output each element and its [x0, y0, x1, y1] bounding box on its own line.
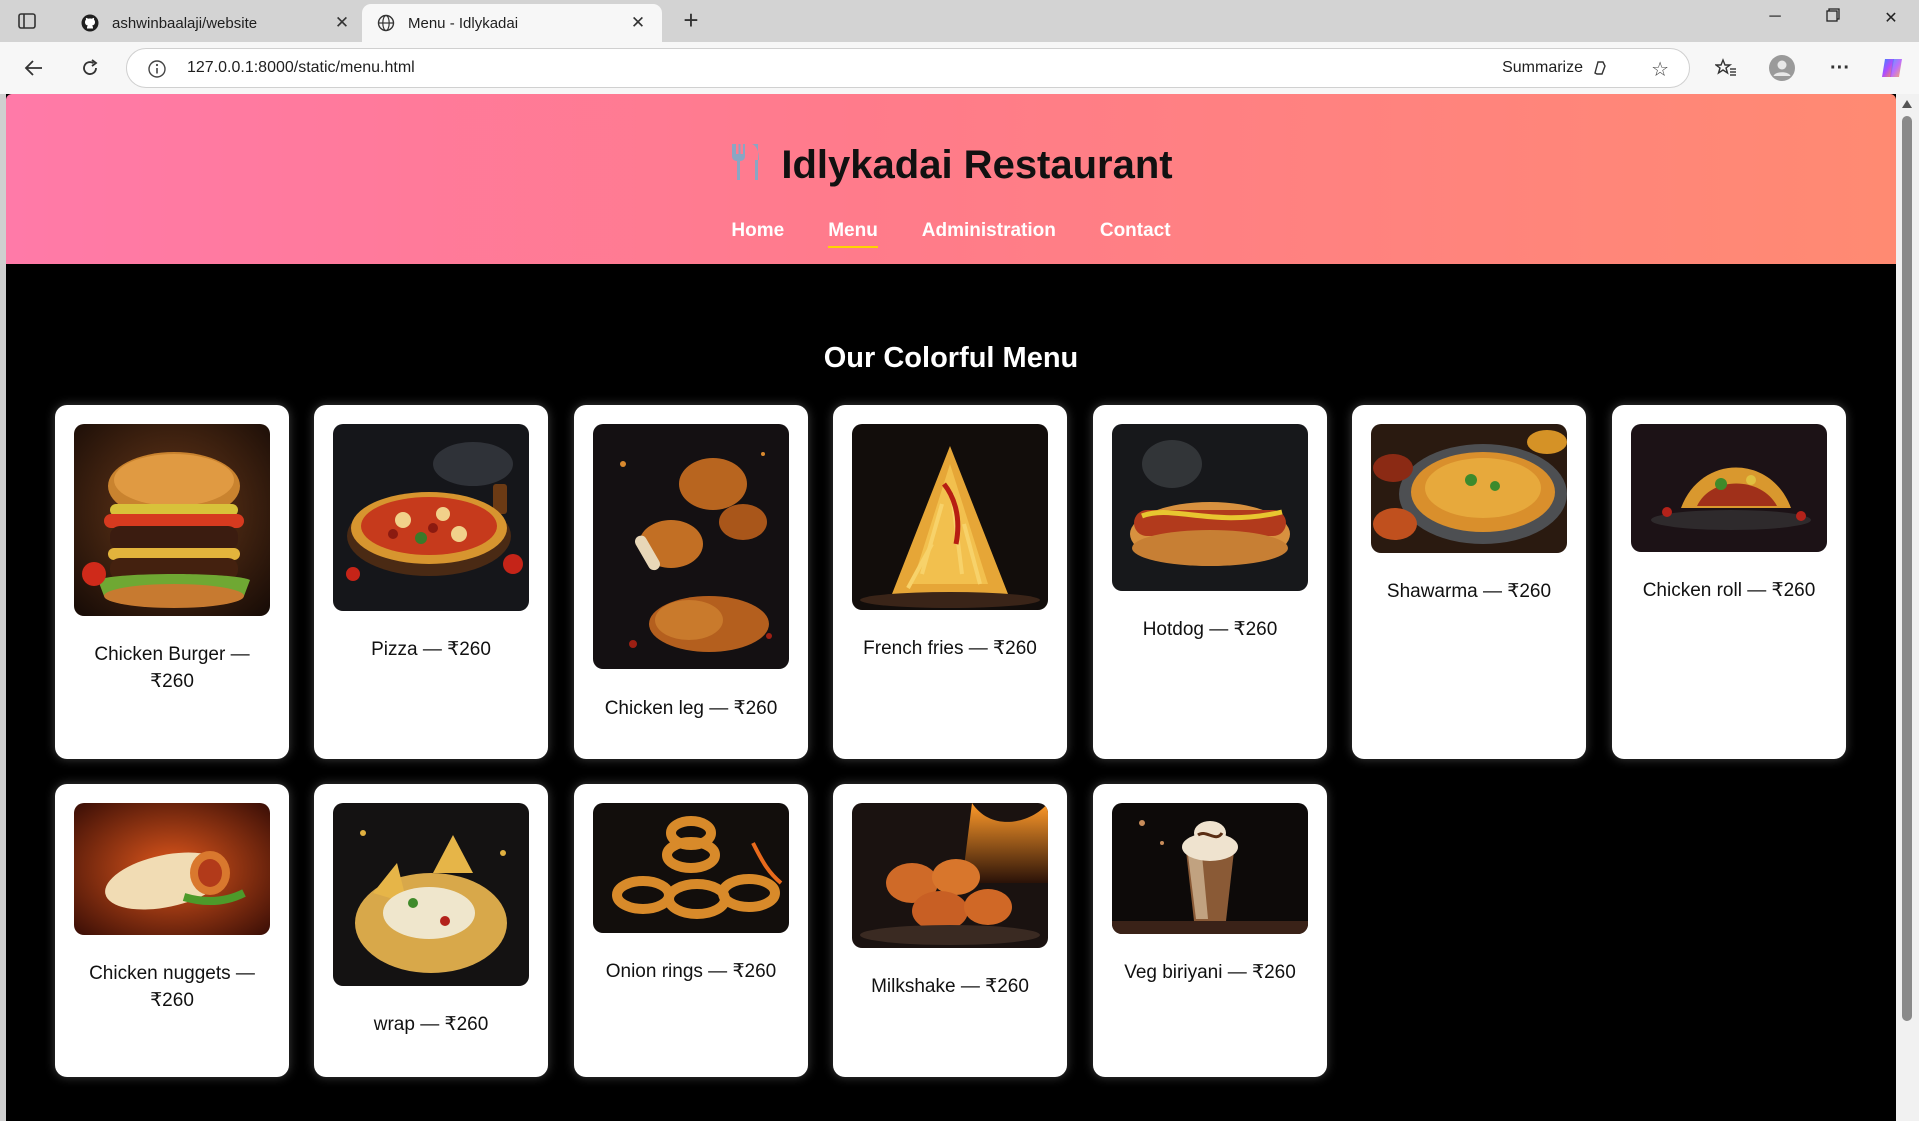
nav-home[interactable]: Home	[731, 220, 784, 248]
menu-item-caption: Shawarma — ₹260	[1366, 578, 1572, 605]
nachos-photo	[333, 803, 529, 986]
tab-github[interactable]: ashwinbaalaji/website ✕	[66, 4, 366, 42]
fork-knife-icon	[729, 142, 763, 192]
caption-line: Shawarma — ₹260	[1386, 581, 1552, 602]
caption-line: wrap — ₹260	[373, 1014, 489, 1035]
menu-card[interactable]: Chicken roll — ₹260	[1612, 405, 1846, 759]
main-nav: Home Menu Administration Contact	[6, 220, 1896, 248]
menu-heading: Our Colorful Menu	[823, 342, 1079, 374]
french-fries-photo	[852, 424, 1048, 610]
new-tab-button[interactable]: +	[678, 7, 704, 34]
menu-card[interactable]: Chicken leg — ₹260	[574, 405, 808, 759]
caption-line: ₹260	[150, 671, 194, 692]
scroll-up-arrow-icon[interactable]	[1902, 100, 1912, 108]
caption-line: Pizza — ₹260	[371, 639, 491, 660]
profile-avatar-icon[interactable]	[1768, 54, 1796, 82]
menu-item-caption: Milkshake — ₹260	[847, 973, 1053, 1000]
biryani-pan-photo	[1371, 424, 1567, 553]
address-url[interactable]: 127.0.0.1:8000/static/menu.html	[187, 59, 415, 77]
caption-line: ₹260	[150, 990, 194, 1011]
caption-line: Hotdog — ₹260	[1142, 619, 1278, 640]
caption-line: Onion rings — ₹260	[605, 961, 777, 982]
menu-card[interactable]: Milkshake — ₹260	[833, 784, 1067, 1077]
tab-actions-icon[interactable]	[16, 10, 38, 32]
chicken-leg-photo	[593, 424, 789, 669]
brand-title: Idlykadai Restaurant	[781, 143, 1173, 187]
back-icon[interactable]	[20, 54, 48, 82]
menu-item-caption: Chicken leg — ₹260	[588, 695, 794, 722]
site-info-icon[interactable]	[147, 59, 167, 79]
summarize-label: Summarize	[1502, 59, 1583, 76]
taco-photo	[1631, 424, 1827, 552]
site-header: Idlykadai Restaurant Home Menu Administr…	[6, 94, 1896, 264]
close-tab-icon[interactable]: ✕	[332, 13, 352, 33]
globe-icon	[376, 13, 396, 33]
page-viewport: Idlykadai Restaurant Home Menu Administr…	[6, 94, 1896, 1121]
tab-title: ashwinbaalaji/website	[112, 14, 258, 32]
menu-card[interactable]: Shawarma — ₹260	[1352, 405, 1586, 759]
pizza-photo	[333, 424, 529, 611]
more-options-icon[interactable]: ···	[1826, 54, 1854, 82]
caption-line: Chicken leg — ₹260	[604, 698, 778, 719]
github-icon	[80, 13, 100, 33]
menu-item-caption: Chicken roll — ₹260	[1626, 577, 1832, 604]
summarize-button[interactable]: Summarize	[1502, 59, 1609, 77]
menu-card[interactable]: Onion rings — ₹260	[574, 784, 808, 1077]
burger-photo	[74, 424, 270, 616]
nav-administration[interactable]: Administration	[922, 220, 1056, 248]
caption-line: French fries — ₹260	[863, 638, 1037, 659]
nav-contact[interactable]: Contact	[1100, 220, 1171, 248]
tab-menu[interactable]: Menu - Idlykadai ✕	[362, 4, 662, 42]
scrollbar-thumb[interactable]	[1902, 116, 1912, 1021]
close-window-icon[interactable]: ✕	[1868, 8, 1914, 28]
copilot-summarize-icon	[1594, 61, 1606, 75]
favorites-icon[interactable]	[1712, 54, 1740, 82]
tab-title: Menu - Idlykadai	[408, 14, 519, 32]
hotdog-photo	[1112, 424, 1308, 591]
menu-card[interactable]: Hotdog — ₹260	[1093, 405, 1327, 759]
menu-item-caption: Hotdog — ₹260	[1107, 616, 1313, 643]
menu-card[interactable]: Pizza — ₹260	[314, 405, 548, 759]
menu-item-caption: Onion rings — ₹260	[588, 958, 794, 985]
menu-item-caption: French fries — ₹260	[847, 635, 1053, 662]
favorite-star-icon[interactable]: ☆	[1651, 57, 1669, 82]
caption-line: Milkshake — ₹260	[871, 976, 1029, 997]
reload-icon[interactable]	[76, 54, 104, 82]
caption-line: Veg biriyani — ₹260	[1124, 962, 1296, 983]
menu-card[interactable]: Veg biriyani — ₹260	[1093, 784, 1327, 1077]
browser-tab-bar: ashwinbaalaji/website ✕ Menu - Idlykadai…	[0, 0, 1919, 42]
browser-toolbar: 127.0.0.1:8000/static/menu.html Summariz…	[0, 42, 1919, 94]
burrito-photo	[74, 803, 270, 935]
caption-line: Chicken nuggets —	[89, 963, 255, 984]
menu-item-caption: Chicken nuggets — ₹260	[69, 960, 275, 1014]
caption-line: Chicken Burger —	[94, 644, 250, 665]
restore-icon[interactable]	[1810, 8, 1856, 27]
nav-menu[interactable]: Menu	[828, 220, 878, 248]
caption-line: Chicken roll — ₹260	[1642, 580, 1816, 601]
onion-rings-photo	[593, 803, 789, 933]
menu-card[interactable]: Chicken nuggets — ₹260	[55, 784, 289, 1077]
menu-card[interactable]: wrap — ₹260	[314, 784, 548, 1077]
menu-item-caption: Veg biriyani — ₹260	[1107, 959, 1313, 986]
nuggets-photo	[852, 803, 1048, 948]
menu-item-caption: wrap — ₹260	[328, 1011, 534, 1038]
minimize-icon[interactable]: ─	[1752, 8, 1798, 26]
page-scrollbar[interactable]	[1896, 94, 1919, 1121]
close-tab-icon[interactable]: ✕	[628, 13, 648, 33]
menu-card[interactable]: Chicken Burger — ₹260	[55, 405, 289, 759]
menu-card[interactable]: French fries — ₹260	[833, 405, 1067, 759]
address-bar[interactable]: 127.0.0.1:8000/static/menu.html Summariz…	[126, 48, 1690, 88]
menu-item-caption: Pizza — ₹260	[328, 636, 534, 663]
copilot-icon[interactable]	[1878, 54, 1906, 82]
site-brand: Idlykadai Restaurant	[6, 142, 1896, 192]
menu-item-caption: Chicken Burger — ₹260	[69, 641, 275, 695]
milkshake-photo	[1112, 803, 1308, 934]
